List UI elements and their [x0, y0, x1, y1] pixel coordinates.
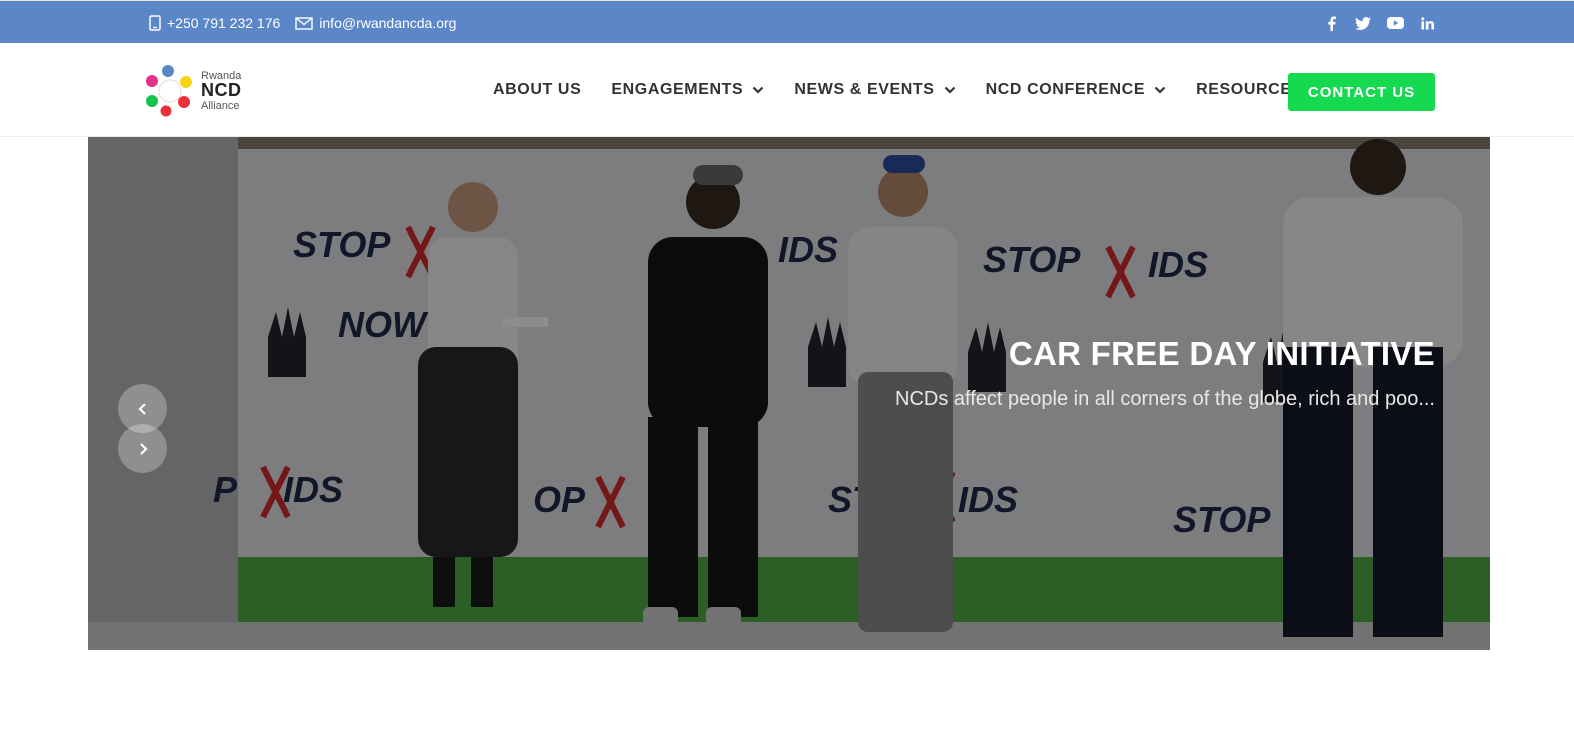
phone-link[interactable]: +250 791 232 176	[149, 15, 280, 31]
linkedin-icon[interactable]	[1418, 14, 1436, 32]
nav-engagements[interactable]: ENGAGEMENTS	[611, 81, 764, 99]
logo-line-3: Alliance	[201, 100, 240, 112]
site-header: Rwanda NCD Alliance ABOUT US ENGAGEMENTS…	[0, 43, 1574, 137]
youtube-icon[interactable]	[1386, 14, 1404, 32]
email-address: info@rwandancda.org	[319, 15, 457, 31]
chevron-down-icon	[753, 86, 764, 94]
main-nav: ABOUT US ENGAGEMENTS NEWS & EVENTS NCD C…	[493, 77, 1354, 103]
top-contact-bar: +250 791 232 176 info@rwandancda.org	[0, 0, 1574, 43]
nav-label: NEWS & EVENTS	[794, 81, 935, 98]
email-link[interactable]: info@rwandancda.org	[295, 15, 456, 31]
contact-us-button[interactable]: CONTACT US	[1288, 73, 1435, 111]
nav-label: ENGAGEMENTS	[611, 81, 744, 98]
nav-ncd-conference[interactable]: NCD CONFERENCE	[986, 81, 1167, 99]
contact-info: +250 791 232 176 info@rwandancda.org	[149, 14, 471, 32]
slide-title: CAR FREE DAY INITIATIVE	[1008, 335, 1435, 372]
envelope-icon	[295, 16, 313, 30]
facebook-icon[interactable]	[1322, 14, 1340, 32]
nav-label: NCD CONFERENCE	[985, 81, 1146, 98]
slide-text: NCDs affect people in all corners of the…	[895, 388, 1435, 410]
chevron-down-icon	[1154, 86, 1166, 94]
nav-label: ABOUT US	[493, 81, 582, 98]
logo-line-2: NCD	[201, 80, 242, 100]
social-links	[1308, 14, 1436, 32]
site-logo[interactable]: Rwanda NCD Alliance	[144, 65, 244, 117]
nav-about-us[interactable]: ABOUT US	[493, 81, 581, 99]
phone-number: +250 791 232 176	[167, 15, 281, 31]
nav-news-events[interactable]: NEWS & EVENTS	[794, 81, 955, 99]
chevron-down-icon	[944, 86, 955, 94]
chevron-right-icon	[139, 442, 148, 455]
logo-mark-icon	[146, 65, 192, 117]
hero-slider: STOP NOW STOP IDS STOP ST IDS P IDS OP I…	[88, 137, 1490, 650]
nav-label: RESOURCES	[1196, 81, 1303, 98]
chevron-left-icon	[137, 402, 146, 415]
twitter-icon[interactable]	[1354, 14, 1372, 32]
phone-icon	[149, 15, 161, 31]
slider-next-button[interactable]	[118, 424, 167, 473]
